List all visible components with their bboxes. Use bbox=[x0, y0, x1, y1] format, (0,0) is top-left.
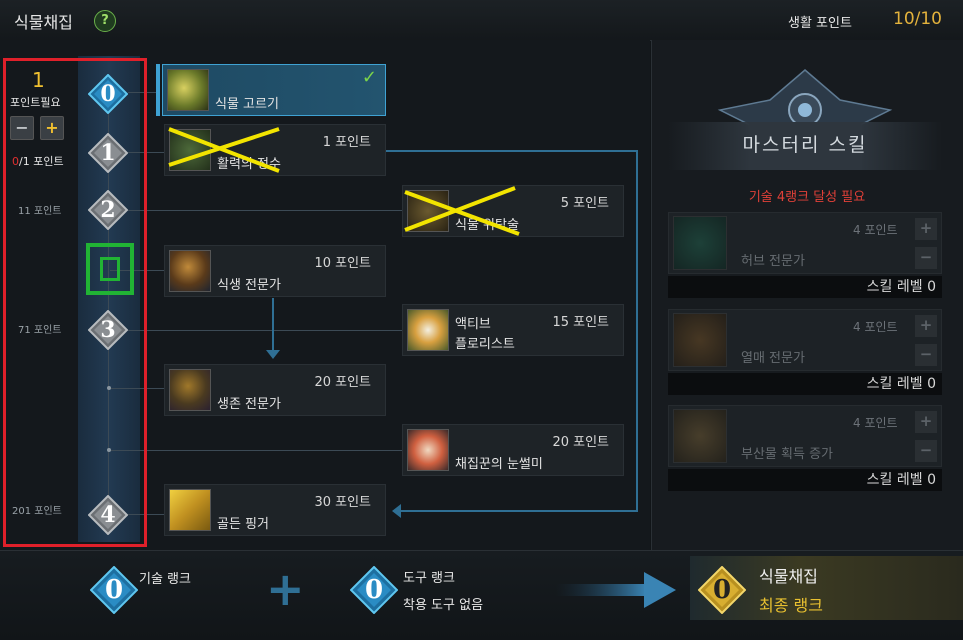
mastery-minus-button[interactable]: − bbox=[915, 344, 937, 366]
byproduct-icon bbox=[673, 409, 727, 463]
flower-icon bbox=[407, 309, 449, 351]
life-points-label: 생활 포인트 bbox=[788, 16, 852, 31]
connector bbox=[110, 450, 402, 451]
skill-card-vegetation-expert[interactable]: 식생 전문가 10 포인트 bbox=[164, 245, 386, 297]
skill-rank-diamond: 0 bbox=[89, 565, 139, 615]
mastery-name: 열매 전문가 bbox=[741, 351, 805, 366]
skill-name: 채집꾼의 눈썰미 bbox=[455, 457, 543, 472]
skill-card-vitality-essence[interactable]: 활력의 정수 1 포인트 bbox=[164, 124, 386, 176]
tool-rank-label: 도구 랭크 bbox=[403, 571, 455, 586]
arrow-right-icon bbox=[556, 572, 676, 608]
plus-icon: + bbox=[266, 562, 305, 616]
mastery-requirement: 기술 4랭크 달성 필요 bbox=[748, 190, 866, 205]
mastery-minus-button[interactable]: − bbox=[915, 440, 937, 462]
flow-line bbox=[636, 150, 638, 512]
annotation-green-box bbox=[86, 243, 134, 295]
selection-marker bbox=[156, 64, 160, 116]
skill-cost: 30 포인트 bbox=[314, 495, 371, 510]
final-rank-label: 최종 랭크 bbox=[759, 596, 823, 615]
mastery-cost: 4 포인트 bbox=[853, 416, 898, 430]
tool-rank-diamond: 0 bbox=[349, 565, 399, 615]
mastery-level: 스킬 레벨 0 bbox=[668, 469, 942, 491]
skill-cost: 20 포인트 bbox=[314, 375, 371, 390]
skill-name: 골든 핑거 bbox=[217, 517, 269, 532]
mastery-name: 부산물 획득 증가 bbox=[741, 447, 833, 462]
skill-card-florist[interactable]: 액티브 플로리스트 15 포인트 bbox=[402, 304, 624, 356]
flow-arrow-icon bbox=[266, 350, 280, 359]
golden-finger-icon bbox=[169, 489, 211, 531]
flow-line bbox=[272, 298, 274, 350]
skill-name: 식생 전문가 bbox=[217, 278, 281, 293]
tool-rank-value: 0 bbox=[364, 575, 384, 605]
skill-name: 플로리스트 bbox=[455, 337, 515, 352]
page-title: 식물채집 bbox=[14, 13, 73, 32]
skill-cost: 20 포인트 bbox=[552, 435, 609, 450]
flow-line bbox=[386, 150, 638, 152]
skill-name: 식물 고르기 bbox=[215, 97, 279, 112]
skill-name: 생존 전문가 bbox=[217, 397, 281, 412]
survival-mushroom-icon bbox=[169, 369, 211, 411]
mastery-cost: 4 포인트 bbox=[853, 223, 898, 237]
skill-name: 식물 위탁술 bbox=[455, 218, 519, 233]
skill-card-survival-expert[interactable]: 생존 전문가 20 포인트 bbox=[164, 364, 386, 416]
life-points-value: 10/10 bbox=[893, 9, 942, 29]
skill-cost: 10 포인트 bbox=[314, 256, 371, 271]
mastery-level: 스킬 레벨 0 bbox=[668, 276, 942, 298]
mastery-plus-button[interactable]: + bbox=[915, 411, 937, 433]
tool-rank-status: 착용 도구 없음 bbox=[403, 598, 484, 613]
annotation-red-box bbox=[3, 58, 147, 547]
skill-card-golden-finger[interactable]: 골든 핑거 30 포인트 bbox=[164, 484, 386, 536]
skill-card-plant-picking[interactable]: 식물 고르기 ✓ bbox=[162, 64, 386, 116]
skill-cost: 15 포인트 bbox=[552, 315, 609, 330]
annotation-green-inner bbox=[100, 257, 120, 281]
help-icon[interactable]: ? bbox=[94, 10, 116, 32]
skill-card-gatherer-eye[interactable]: 채집꾼의 눈썰미 20 포인트 bbox=[402, 424, 624, 476]
plant-entrust-icon bbox=[407, 190, 449, 232]
check-icon: ✓ bbox=[361, 67, 377, 88]
mastery-card-herb-expert[interactable]: 4 포인트 허브 전문가 + − bbox=[668, 212, 942, 274]
vitality-icon bbox=[169, 129, 211, 171]
skill-rank-label: 기술 랭크 bbox=[139, 572, 191, 587]
harvesting-figure-icon bbox=[167, 69, 209, 111]
leaf-eye-icon bbox=[407, 429, 449, 471]
mastery-level: 스킬 레벨 0 bbox=[668, 373, 942, 395]
mastery-card-fruit-expert[interactable]: 4 포인트 열매 전문가 + − bbox=[668, 309, 942, 371]
final-rank-value: 0 bbox=[712, 575, 732, 605]
mastery-title: 마스터리 스킬 bbox=[668, 122, 942, 170]
skill-cost: 5 포인트 bbox=[560, 196, 609, 211]
mastery-minus-button[interactable]: − bbox=[915, 247, 937, 269]
mastery-card-byproduct-increase[interactable]: 4 포인트 부산물 획득 증가 + − bbox=[668, 405, 942, 467]
mastery-cost: 4 포인트 bbox=[853, 320, 898, 334]
mastery-plus-button[interactable]: + bbox=[915, 218, 937, 240]
flow-arrow-icon bbox=[392, 504, 401, 518]
final-rank-diamond: 0 bbox=[697, 565, 747, 615]
fruit-icon bbox=[673, 313, 727, 367]
skill-name: 활력의 정수 bbox=[217, 157, 281, 172]
connector bbox=[128, 210, 402, 211]
final-rank-title: 식물채집 bbox=[759, 567, 818, 586]
skill-card-plant-entrust[interactable]: 식물 위탁술 5 포인트 bbox=[402, 185, 624, 237]
mastery-name: 허브 전문가 bbox=[741, 254, 805, 269]
skill-cost: 1 포인트 bbox=[322, 135, 371, 150]
skill-rank-value: 0 bbox=[104, 575, 124, 605]
mastery-plus-button[interactable]: + bbox=[915, 315, 937, 337]
connector bbox=[128, 330, 402, 331]
skill-type: 액티브 bbox=[455, 317, 491, 332]
flow-line bbox=[396, 510, 638, 512]
herb-icon bbox=[673, 216, 727, 270]
mushroom-icon bbox=[169, 250, 211, 292]
